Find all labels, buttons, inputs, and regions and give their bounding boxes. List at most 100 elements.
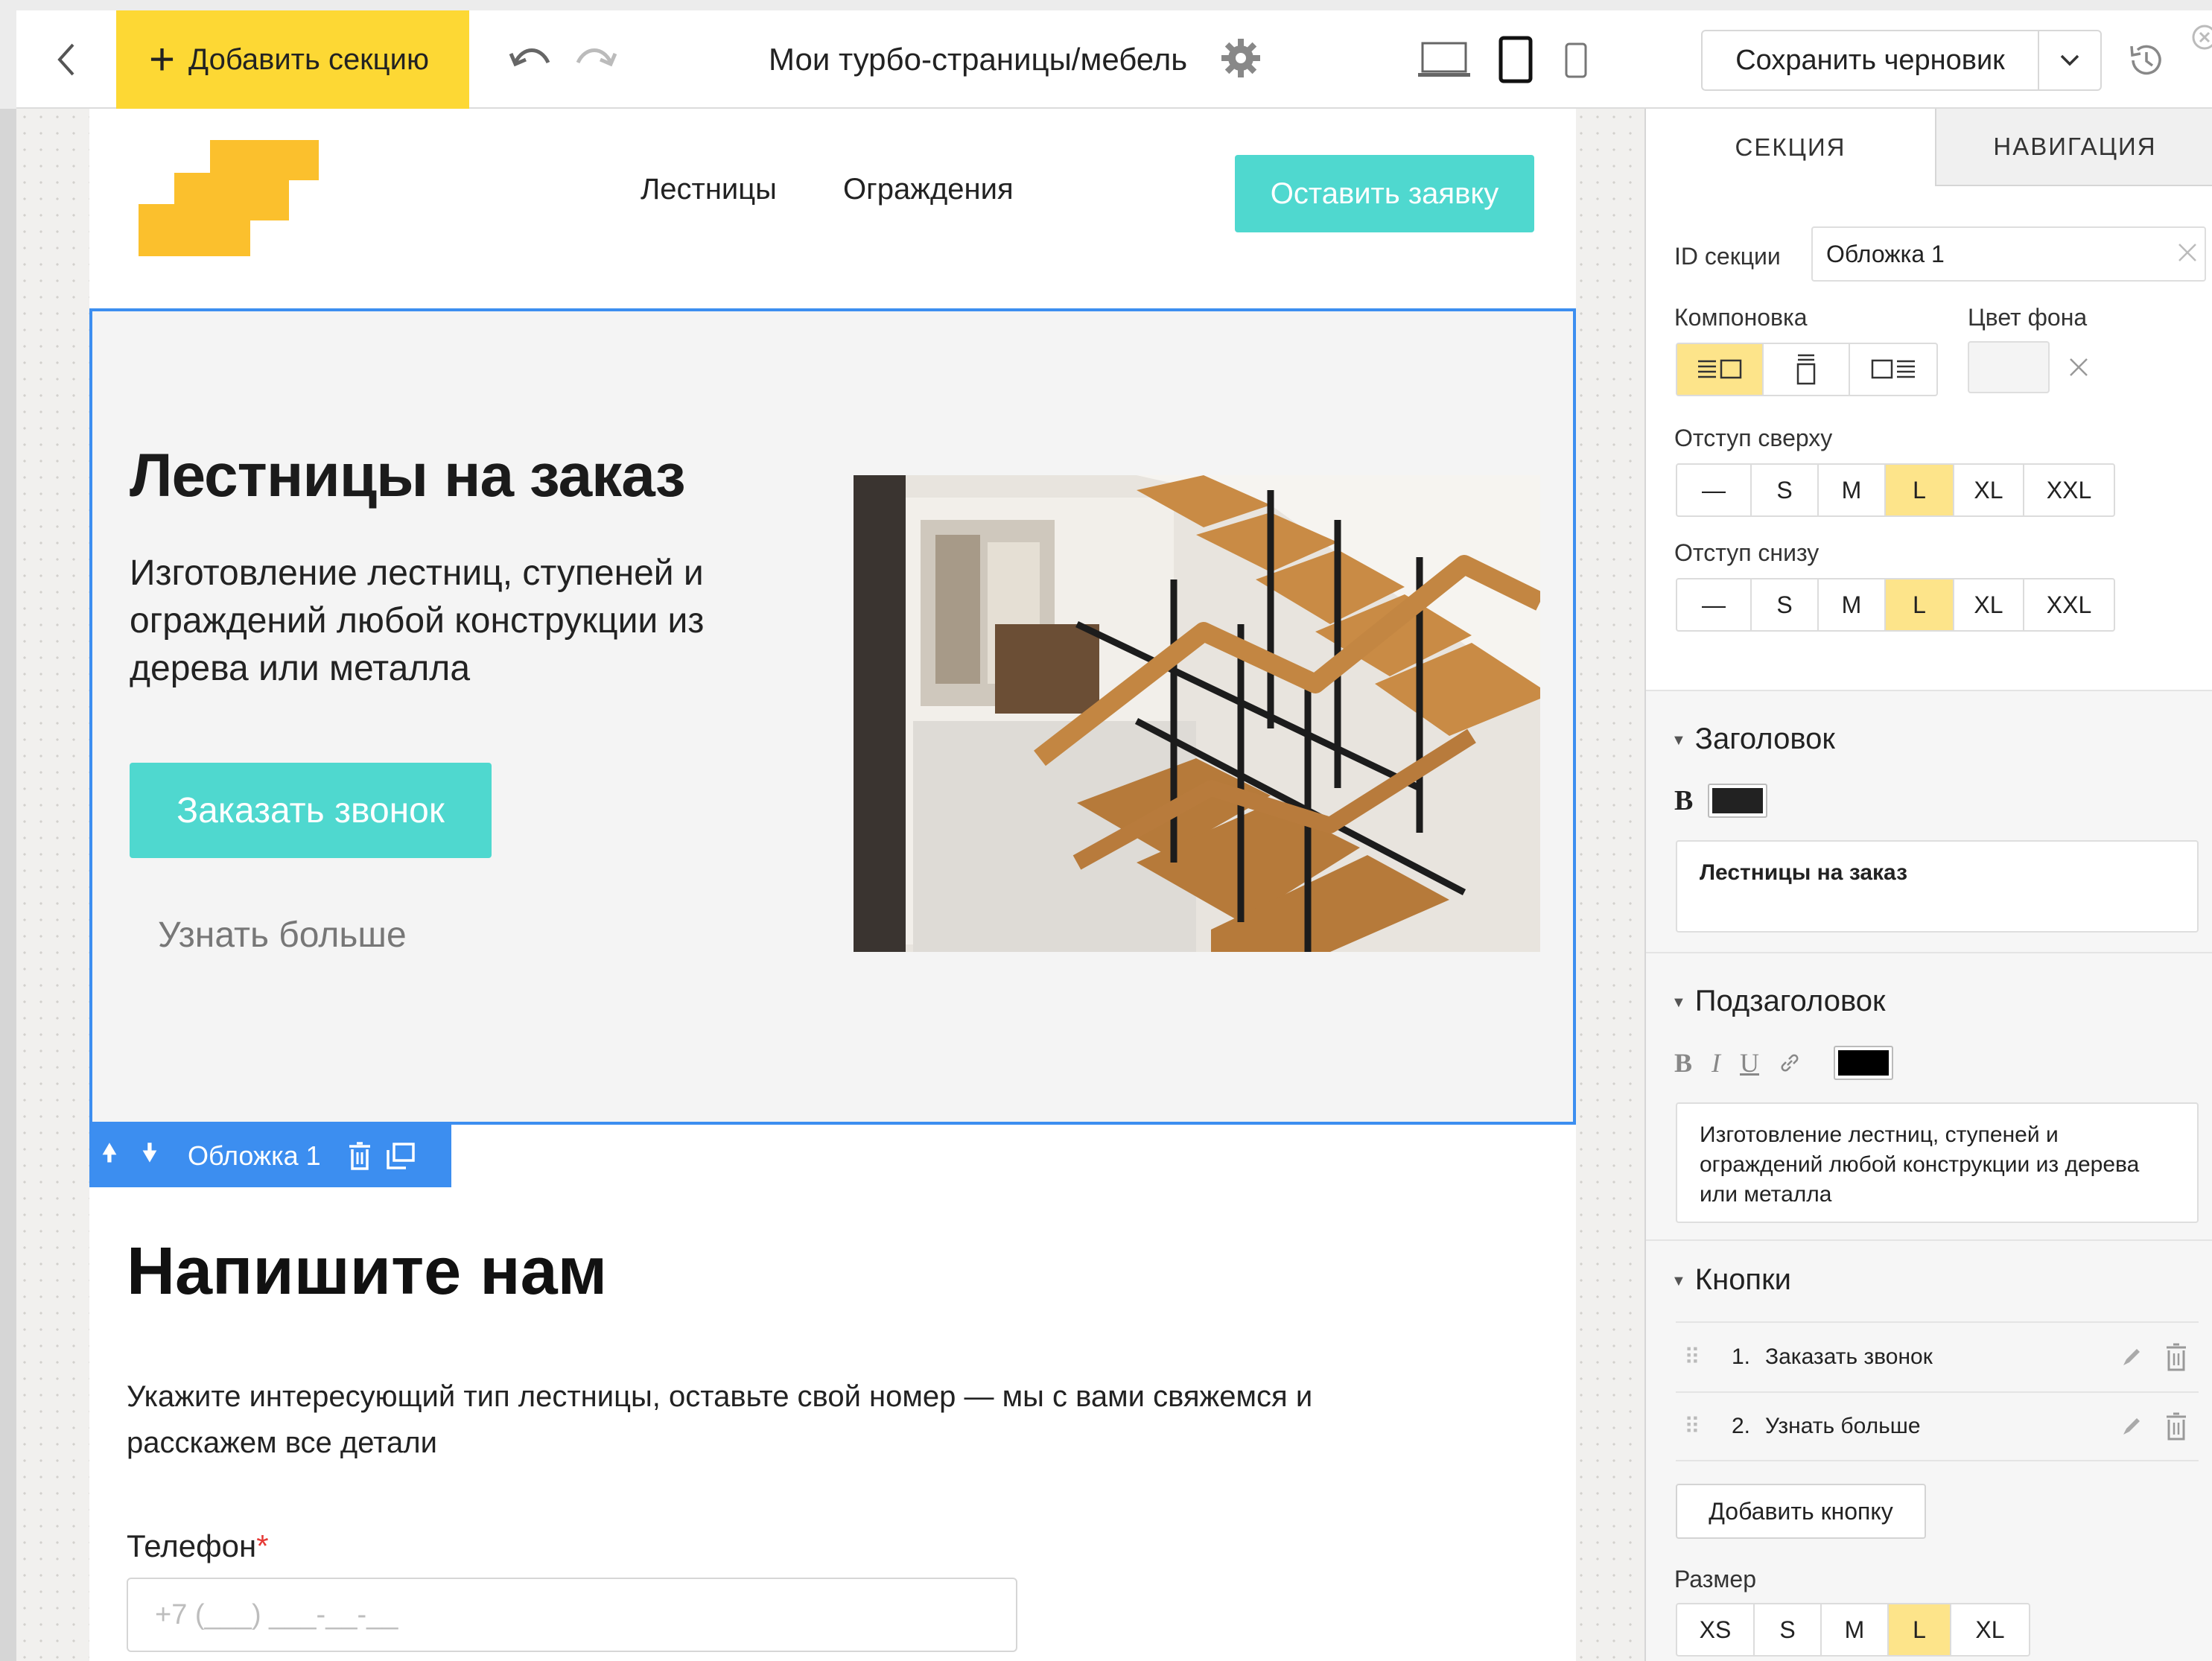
bg-color-label: Цвет фона	[1968, 304, 2088, 331]
undo-icon	[509, 48, 550, 67]
padding-bottom-option-selected[interactable]: L	[1886, 579, 1954, 630]
button-list-item[interactable]: ⠿ 1. Заказать звонок	[1676, 1321, 2199, 1391]
heading-color-fill	[1712, 788, 1764, 813]
padding-bottom-option[interactable]: XXL	[2024, 579, 2114, 630]
redo-icon	[576, 48, 617, 67]
padding-top-option[interactable]: —	[1677, 465, 1752, 515]
add-button-button[interactable]: Добавить кнопку	[1676, 1484, 1926, 1539]
collapse-triangle-icon: ▼	[1671, 994, 1686, 1011]
delete-button[interactable]	[2154, 1343, 2199, 1371]
phone-input[interactable]	[127, 1578, 1017, 1652]
learn-more-button[interactable]: Узнать больше	[158, 915, 407, 956]
save-draft-label: Сохранить черновик	[1735, 44, 2005, 76]
drag-handle-icon[interactable]: ⠿	[1676, 1414, 1709, 1440]
close-circle-icon	[2192, 25, 2212, 50]
padding-bottom-label: Отступ снизу	[1674, 539, 1820, 566]
layout-text-top[interactable]	[1764, 344, 1850, 395]
bold-button[interactable]: B	[1674, 1047, 1692, 1079]
subheading-group: ▼ Подзаголовок B I U Изготовление лестниц…	[1646, 952, 2212, 1239]
italic-button[interactable]: I	[1712, 1047, 1720, 1079]
clear-bg-color-button[interactable]	[2068, 356, 2090, 382]
button-list-item[interactable]: ⠿ 2. Узнать больше	[1676, 1391, 2199, 1461]
link-button[interactable]	[1779, 1052, 1801, 1074]
trash-icon	[2167, 1343, 2186, 1371]
bg-color-swatch[interactable]	[1968, 341, 2050, 393]
save-options-dropdown[interactable]	[2038, 31, 2100, 89]
subheading-textarea[interactable]: Изготовление лестниц, ступеней и огражде…	[1676, 1102, 2199, 1223]
panel-tabs: СЕКЦИЯ НАВИГАЦИЯ	[1646, 109, 2212, 186]
nav-link-stairs[interactable]: Лестницы	[641, 173, 777, 206]
hero-title[interactable]: Лестницы на заказ	[130, 441, 686, 511]
tab-navigation[interactable]: НАВИГАЦИЯ	[1935, 109, 2212, 186]
padding-top-option[interactable]: XL	[1954, 465, 2024, 515]
bold-button[interactable]: B	[1674, 784, 1693, 817]
move-section-down-button[interactable]: 🠟	[130, 1135, 170, 1178]
edit-button[interactable]	[2109, 1415, 2154, 1438]
redo-button[interactable]	[573, 40, 618, 77]
close-icon	[2178, 244, 2196, 261]
padding-top-selector: — S M L XL XXL	[1676, 463, 2115, 517]
buttons-group-title: Кнопки	[1694, 1263, 1791, 1296]
padding-top-option[interactable]: XXL	[2024, 465, 2114, 515]
contact-description[interactable]: Укажите интересующий тип лестницы, остав…	[127, 1373, 1467, 1466]
nav-link-railings[interactable]: Ограждения	[843, 173, 1014, 206]
layout-image-left[interactable]	[1850, 344, 1936, 395]
history-button[interactable]	[2126, 40, 2166, 84]
hero-section[interactable]: Лестницы на заказ Изготовление лестниц, …	[89, 308, 1576, 1125]
padding-top-option[interactable]: M	[1819, 465, 1886, 515]
padding-top-option-selected[interactable]: L	[1886, 465, 1954, 515]
section-id-input[interactable]	[1811, 226, 2206, 282]
heading-group-header[interactable]: ▼ Заголовок	[1671, 722, 1835, 756]
drag-handle-icon[interactable]: ⠿	[1676, 1344, 1709, 1371]
layout-label: Компоновка	[1674, 304, 1808, 331]
contact-title[interactable]: Напишите нам	[127, 1233, 607, 1310]
undo-button[interactable]	[508, 40, 553, 77]
section-tag-label[interactable]: Обложка 1	[188, 1140, 321, 1172]
size-option[interactable]: XL	[1951, 1604, 2029, 1655]
staircase-photo[interactable]	[854, 475, 1540, 952]
heading-textarea[interactable]: Лестницы на заказ	[1676, 840, 2199, 933]
padding-bottom-option[interactable]: —	[1677, 579, 1752, 630]
subheading-group-title: Подзаголовок	[1694, 985, 1886, 1017]
tab-section[interactable]: СЕКЦИЯ	[1646, 109, 1935, 186]
back-button[interactable]	[16, 10, 116, 109]
close-editor-button[interactable]	[2191, 24, 2212, 54]
save-draft-button[interactable]: Сохранить черновик	[1701, 30, 2102, 91]
clear-id-button[interactable]	[2176, 241, 2199, 267]
settings-panel: СЕКЦИЯ НАВИГАЦИЯ ID секции Компоновка Цв…	[1644, 109, 2212, 1661]
padding-bottom-option[interactable]: XL	[1954, 579, 2024, 630]
heading-group: ▼ Заголовок B Лестницы на заказ	[1646, 690, 2212, 952]
preview-mobile-button[interactable]	[1564, 42, 1588, 83]
page-breadcrumb[interactable]: Мои турбо-страницы/мебель	[769, 10, 1187, 109]
size-option-selected[interactable]: L	[1889, 1604, 1951, 1655]
subheading-color-picker[interactable]	[1834, 1046, 1894, 1080]
duplicate-section-button[interactable]	[385, 1143, 415, 1169]
size-option[interactable]: S	[1755, 1604, 1822, 1655]
heading-format-bar: B	[1674, 784, 1768, 818]
button-name: Узнать больше	[1765, 1414, 1921, 1438]
size-option[interactable]: M	[1822, 1604, 1889, 1655]
preview-desktop-button[interactable]	[1417, 40, 1472, 83]
preview-tablet-button[interactable]	[1498, 36, 1533, 87]
layout-text-left[interactable]	[1677, 344, 1764, 395]
padding-bottom-option[interactable]: S	[1752, 579, 1819, 630]
order-call-button[interactable]: Заказать звонок	[130, 763, 492, 858]
buttons-group-header[interactable]: ▼ Кнопки	[1671, 1263, 1791, 1297]
delete-button[interactable]	[2154, 1412, 2199, 1441]
size-option[interactable]: XS	[1677, 1604, 1755, 1655]
hero-subtitle[interactable]: Изготовление лестниц, ступеней и огражде…	[130, 550, 800, 693]
underline-button[interactable]: U	[1740, 1047, 1759, 1079]
padding-top-option[interactable]: S	[1752, 465, 1819, 515]
trash-icon	[2167, 1412, 2186, 1441]
edit-button[interactable]	[2109, 1346, 2154, 1368]
add-section-button[interactable]: + Добавить секцию	[116, 10, 469, 109]
padding-bottom-option[interactable]: M	[1819, 579, 1886, 630]
padding-bottom-selector: — S M L XL XXL	[1676, 578, 2115, 632]
move-section-up-button[interactable]: 🠝	[89, 1135, 130, 1178]
page-settings-button[interactable]	[1220, 37, 1262, 83]
subheading-group-header[interactable]: ▼ Подзаголовок	[1671, 985, 1886, 1018]
heading-color-picker[interactable]	[1708, 784, 1768, 818]
leave-request-button[interactable]: Оставить заявку	[1235, 155, 1534, 232]
link-icon	[1781, 1054, 1799, 1072]
delete-section-button[interactable]	[348, 1142, 372, 1170]
